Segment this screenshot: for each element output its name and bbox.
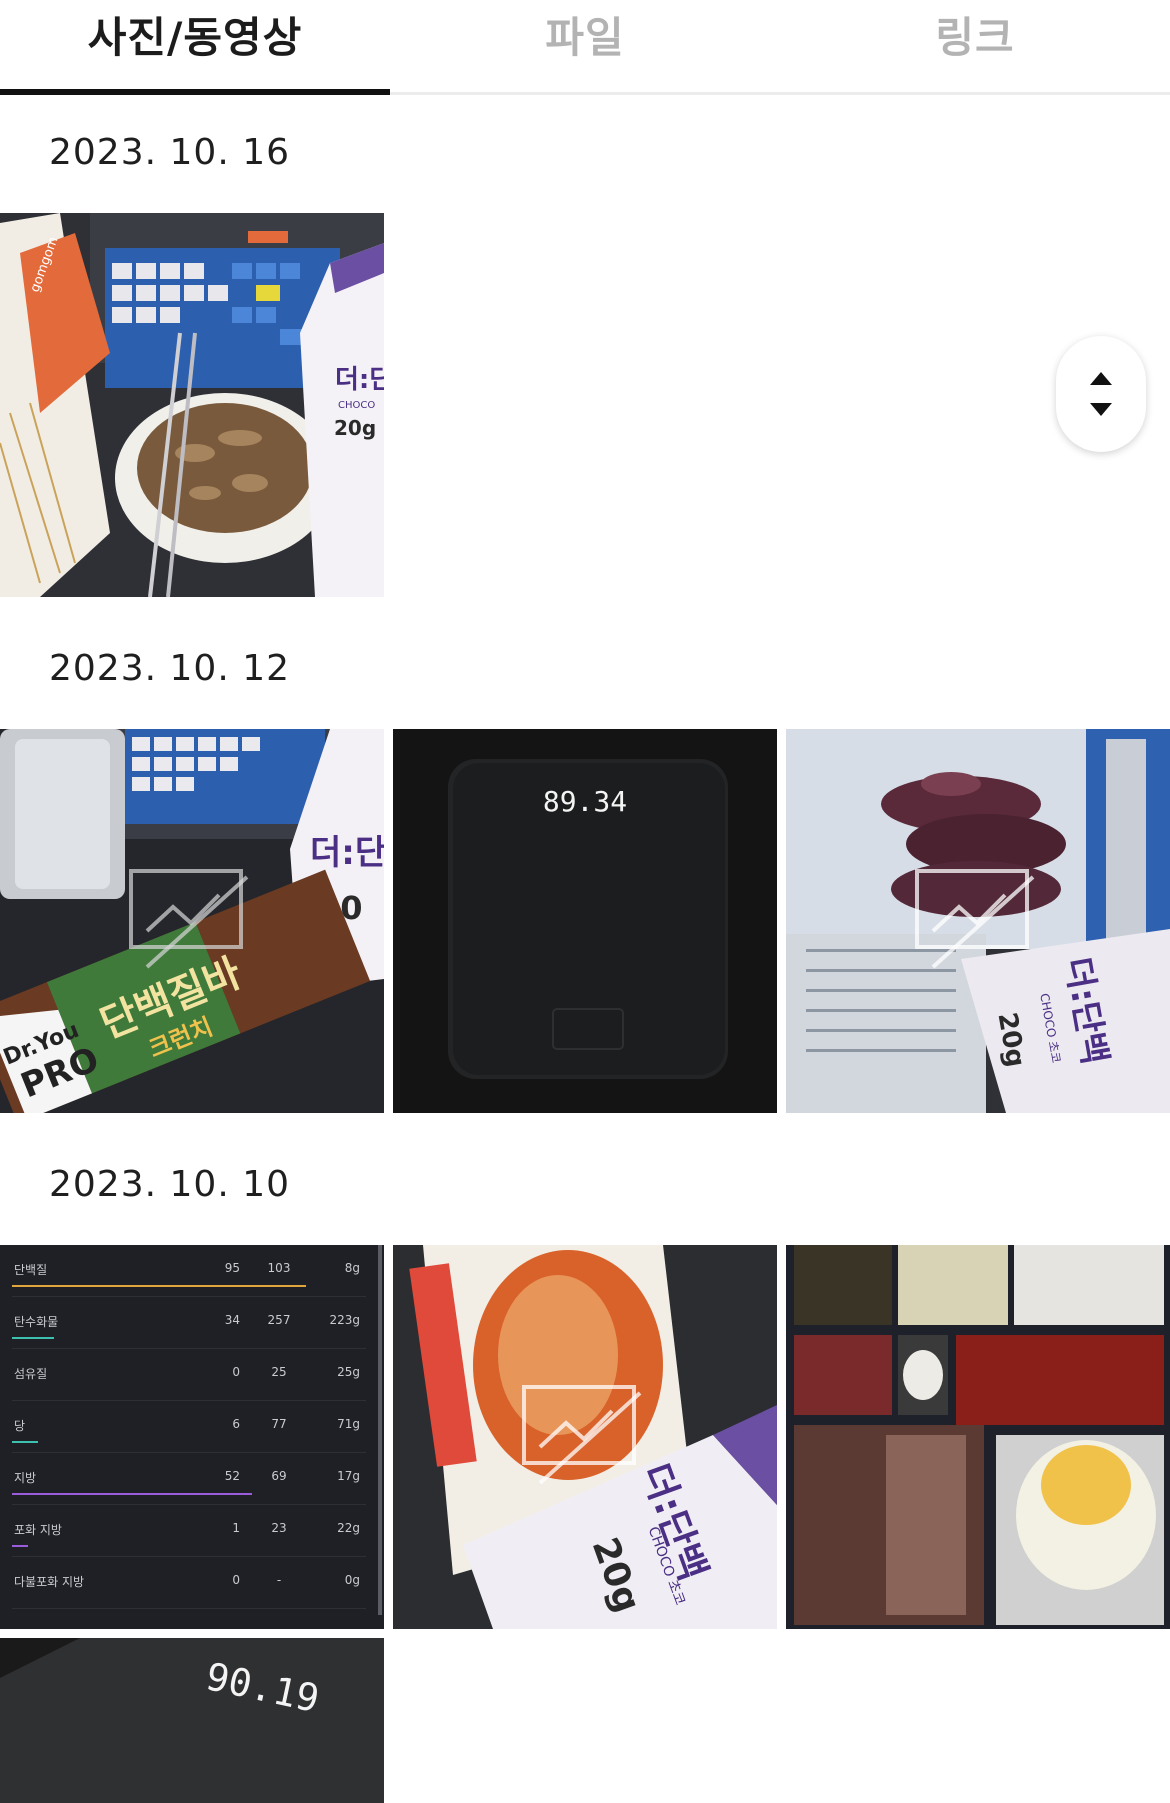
section-date: 2023. 10. 12 [49, 648, 291, 689]
nutrition-row: 지방 52 69 17g [0, 1453, 374, 1505]
nutrition-row: 탄수화물 34 257 223g [0, 1297, 374, 1349]
photo-thumbnail[interactable]: 더:단백 20g CHOCO 초코 [393, 1245, 777, 1629]
nutrition-row: 섬유질 0 25 25g [0, 1349, 374, 1401]
section-date: 2023. 10. 10 [49, 1164, 291, 1205]
photo-thumbnail[interactable] [786, 1245, 1170, 1629]
nutrition-row: 단백질 95 103 8g [0, 1245, 374, 1297]
scale-reading: 89.34 [543, 785, 627, 818]
section-date: 2023. 10. 16 [49, 132, 291, 173]
screenshot-scrollbar [378, 1245, 382, 1615]
nutrition-screenshot-thumbnail[interactable]: 단백질 95 103 8g 탄수화물 34 257 223g 섬유질 0 25 25g 당 6 77 71g 지… [0, 1245, 384, 1629]
svg-text:CHOCO: CHOCO [338, 400, 375, 411]
photo-thumbnail[interactable]: 더:단백 20g CHOCO 초코 [786, 729, 1170, 1113]
tab-links[interactable]: 링크 [780, 0, 1170, 92]
tab-photos-videos[interactable]: 사진/동영상 [0, 0, 390, 95]
nutrition-progress-bar [12, 1441, 38, 1443]
nutrition-row: 포화 지방 1 23 22g [0, 1505, 374, 1557]
nutrition-row: 다불포화 지방 0-0g [0, 1557, 374, 1609]
photo-thumbnail[interactable]: 90.19 [0, 1638, 384, 1803]
arrow-down-icon[interactable] [1090, 403, 1112, 416]
nutrition-row: 당 6 77 71g [0, 1401, 374, 1453]
tab-files[interactable]: 파일 [390, 0, 780, 92]
drink-label: 더:단백 [335, 365, 384, 395]
nutrition-progress-bar [12, 1285, 306, 1287]
photo-thumbnail[interactable]: gomgom 더:단백 CHOCO 20g [0, 213, 384, 597]
arrow-up-icon[interactable] [1090, 372, 1112, 385]
photo-thumbnail[interactable]: 더:단 20 단백질바 크런치 Dr.You PRO [0, 729, 384, 1113]
scroll-jump-button[interactable] [1056, 336, 1146, 452]
svg-text:20g: 20g [334, 416, 376, 440]
tab-bar: 사진/동영상 파일 링크 [0, 0, 1170, 95]
svg-text:더:단: 더:단 [310, 833, 384, 873]
nutrition-progress-bar [12, 1545, 28, 1547]
photo-thumbnail[interactable]: 89.34 [393, 729, 777, 1113]
nutrition-progress-bar [12, 1493, 252, 1495]
nutrition-progress-bar [12, 1337, 54, 1339]
